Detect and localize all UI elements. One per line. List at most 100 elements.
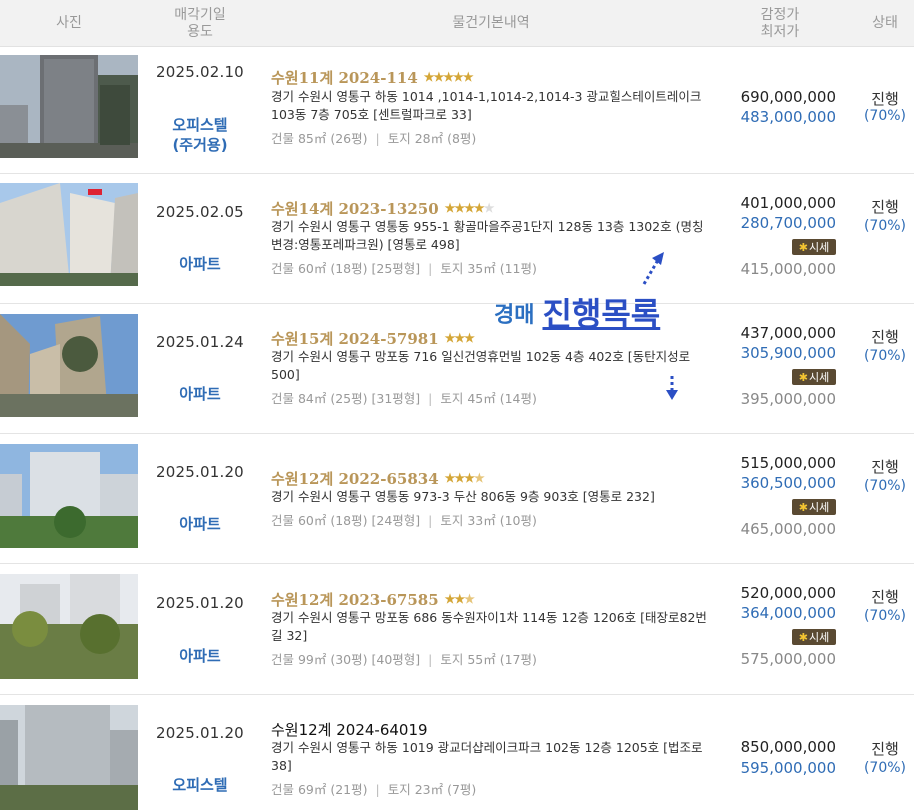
case-number-link[interactable]: 수원14계 2023-13250 ★★★★★ — [271, 198, 495, 219]
rating-stars: ★★★★★ — [423, 70, 474, 84]
building-area: 건물 60㎡ (18평) [25평형] — [271, 261, 421, 276]
header-details: 물건기본내역 — [452, 15, 530, 31]
price-rate: (70%) — [863, 108, 907, 124]
property-usage: 오피스텔 — [172, 776, 228, 794]
property-photo[interactable] — [0, 183, 138, 286]
arrow-up-icon — [642, 252, 664, 285]
land-area: 토지 35㎡ (11평) — [440, 261, 537, 276]
property-usage: 아파트 — [179, 515, 221, 533]
property-usage: 아파트 — [179, 647, 221, 665]
sale-date: 2025.01.24 — [156, 333, 244, 351]
property-photo[interactable] — [0, 55, 138, 158]
kb-icon: ✱ — [798, 240, 808, 254]
case-number-link[interactable]: 수원12계 2022-65834 ★★★★ — [271, 468, 485, 489]
header-photo: 사진 — [56, 15, 82, 31]
arrow-down-icon — [666, 376, 678, 400]
property-usage: 아파트 — [179, 255, 221, 273]
minimum-price: 364,000,000 — [740, 604, 836, 622]
property-address[interactable]: 경기 수원시 영통구 하동 1014 ,1014-1,1014-2,1014-3… — [271, 88, 711, 124]
kb-icon: ✱ — [798, 500, 808, 514]
table-header: 사진 매각기일 용도 물건기본내역 감정가 최저가 상태 — [0, 0, 914, 47]
minimum-price: 280,700,000 — [740, 214, 836, 232]
label-large: 진행목록 — [542, 295, 661, 333]
kb-icon: ✱ — [798, 630, 808, 644]
price-rate: (70%) — [863, 478, 907, 494]
area-info: 건물 60㎡ (18평) [24평형] | 토지 33㎡ (10평) — [271, 513, 537, 528]
table-row[interactable]: 2025.01.20 아파트 수원12계 2023-67585 ★★★ 경기 수원… — [0, 564, 914, 695]
property-photo[interactable] — [0, 705, 138, 810]
property-address[interactable]: 경기 수원시 영통구 영통동 955-1 황골마을주공1단지 128동 13층 … — [271, 218, 711, 254]
kb-icon: ✱ — [798, 370, 808, 384]
market-price-badge[interactable]: ✱ 시세 — [792, 239, 836, 255]
status-text: 진행 — [871, 90, 899, 108]
header-sale-date: 매각기일 용도 — [174, 6, 226, 40]
sale-date: 2025.01.20 — [156, 463, 244, 481]
market-price: 415,000,000 — [740, 260, 836, 278]
case-number-link[interactable]: 수원12계 2023-67585 ★★★ — [271, 589, 475, 610]
label-small: 경매 — [494, 303, 535, 328]
property-address[interactable]: 경기 수원시 영통구 망포동 716 일신건영휴먼빌 102동 4층 402호 … — [271, 348, 711, 384]
market-price-badge[interactable]: ✱ 시세 — [792, 499, 836, 515]
case-number[interactable]: 수원12계 2022-65834 — [271, 470, 439, 488]
land-area: 토지 55㎡ (17평) — [440, 652, 537, 667]
property-photo[interactable] — [0, 574, 138, 679]
sale-date: 2025.01.20 — [156, 724, 244, 742]
sale-date: 2025.02.10 — [156, 63, 244, 81]
market-price: 465,000,000 — [740, 520, 836, 538]
status-text: 진행 — [871, 740, 899, 758]
appraisal-price: 520,000,000 — [740, 584, 836, 602]
case-number[interactable]: 수원12계 2023-67585 — [271, 591, 439, 609]
price-rate: (70%) — [863, 760, 907, 776]
rating-stars: ★★★★★ — [444, 201, 495, 215]
property-photo[interactable] — [0, 444, 138, 548]
appraisal-price: 437,000,000 — [740, 324, 836, 342]
auction-list-label: 경매 진행목록 — [494, 289, 660, 335]
rating-stars: ★★★ — [444, 331, 475, 345]
area-info: 건물 69㎡ (21평) | 토지 23㎡ (7평) — [271, 782, 477, 797]
price-rate: (70%) — [863, 608, 907, 624]
building-area: 건물 99㎡ (30평) [40평형] — [271, 652, 421, 667]
property-photo[interactable] — [0, 314, 138, 417]
table-row[interactable]: 2025.01.20 아파트 수원12계 2022-65834 ★★★★ 경기 수… — [0, 434, 914, 564]
table-row[interactable]: 2025.01.24 아파트 수원15계 2024-57981 ★★★ 경기 수원… — [0, 304, 914, 434]
header-status: 상태 — [872, 15, 898, 31]
property-address[interactable]: 경기 수원시 영통구 망포동 686 동수원자이1차 114동 12층 1206… — [271, 609, 711, 645]
land-area: 토지 45㎡ (14평) — [440, 391, 537, 406]
status-text: 진행 — [871, 198, 899, 216]
building-area: 건물 85㎡ (26평) — [271, 131, 368, 146]
property-address[interactable]: 경기 수원시 영통구 영통동 973-3 두산 806동 9층 903호 [영통… — [271, 488, 711, 506]
market-price-badge[interactable]: ✱ 시세 — [792, 369, 836, 385]
land-area: 토지 23㎡ (7평) — [387, 782, 477, 797]
table-row[interactable]: 2025.02.10 오피스텔 (주거용) 수원11계 2024-114 ★★★★… — [0, 47, 914, 174]
rating-stars: ★★★★ — [444, 471, 485, 485]
case-number-link[interactable]: 수원15계 2024-57981 ★★★ — [271, 328, 475, 349]
status-text: 진행 — [871, 458, 899, 476]
case-number[interactable]: 수원11계 2024-114 — [271, 69, 418, 87]
price-rate: (70%) — [863, 348, 907, 364]
area-info: 건물 99㎡ (30평) [40평형] | 토지 55㎡ (17평) — [271, 652, 537, 667]
minimum-price: 305,900,000 — [740, 344, 836, 362]
building-area: 건물 69㎡ (21평) — [271, 782, 368, 797]
case-number[interactable]: 수원14계 2023-13250 — [271, 200, 439, 218]
appraisal-price: 401,000,000 — [740, 194, 836, 212]
appraisal-price: 850,000,000 — [740, 738, 836, 756]
case-number-link[interactable]: 수원11계 2024-114 ★★★★★ — [271, 67, 474, 88]
appraisal-price: 690,000,000 — [740, 88, 836, 106]
status-text: 진행 — [871, 328, 899, 346]
market-price: 395,000,000 — [740, 390, 836, 408]
table-row[interactable]: 2025.02.05 아파트 수원14계 2023-13250 ★★★★★ 경기 … — [0, 174, 914, 304]
status-text: 진행 — [871, 588, 899, 606]
minimum-price: 360,500,000 — [740, 474, 836, 492]
area-info: 건물 84㎡ (25평) [31평형] | 토지 45㎡ (14평) — [271, 391, 537, 406]
table-row[interactable]: 2025.01.20 오피스텔 수원12계 2024-64019 경기 수원시 … — [0, 695, 914, 810]
market-price-badge[interactable]: ✱ 시세 — [792, 629, 836, 645]
appraisal-price: 515,000,000 — [740, 454, 836, 472]
land-area: 토지 33㎡ (10평) — [440, 513, 537, 528]
property-address[interactable]: 경기 수원시 영통구 하동 1019 광교더샵레이크파크 102동 12층 12… — [271, 739, 711, 775]
header-appraisal: 감정가 최저가 — [760, 6, 800, 40]
case-number[interactable]: 수원15계 2024-57981 — [271, 330, 439, 348]
price-rate: (70%) — [863, 218, 907, 234]
area-info: 건물 85㎡ (26평) | 토지 28㎡ (8평) — [271, 131, 477, 146]
case-number[interactable]: 수원12계 2024-64019 — [271, 719, 428, 740]
property-usage: 오피스텔 (주거용) — [172, 116, 228, 154]
